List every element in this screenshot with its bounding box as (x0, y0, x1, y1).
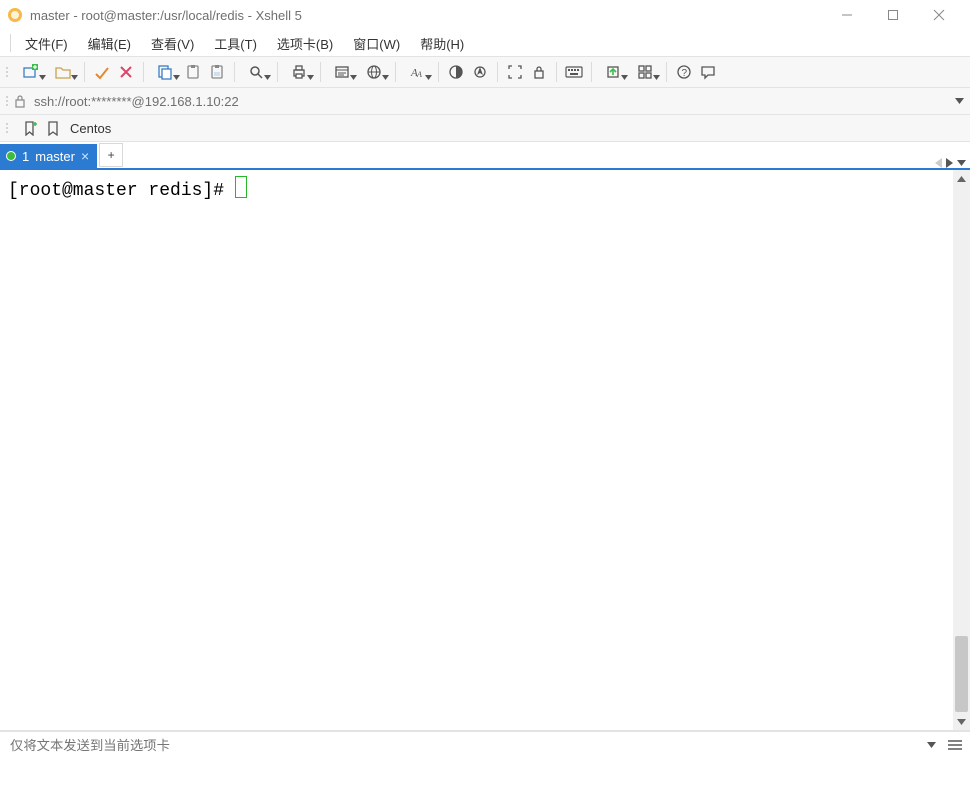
paste-button[interactable] (182, 61, 204, 83)
tab-prev-icon[interactable] (935, 158, 942, 168)
open-session-button[interactable] (48, 61, 78, 83)
disconnect-button[interactable] (115, 61, 137, 83)
paste-selection-button[interactable] (206, 61, 228, 83)
menu-help[interactable]: 帮助(H) (412, 32, 472, 55)
highlight-button[interactable] (469, 61, 491, 83)
reconnect-button[interactable] (91, 61, 113, 83)
maximize-button[interactable] (870, 0, 916, 30)
font-button[interactable]: AA (402, 61, 432, 83)
menu-view[interactable]: 查看(V) (143, 32, 202, 55)
tab-nav (935, 158, 970, 168)
tab-label: master (35, 149, 75, 164)
add-bookmark-icon[interactable] (22, 120, 38, 136)
toolbar-separator (234, 62, 235, 82)
menu-tabs[interactable]: 选项卡(B) (269, 32, 341, 55)
transfer-button[interactable] (598, 61, 628, 83)
svg-text:?: ? (682, 68, 688, 79)
terminal-prompt: [root@master redis]# (8, 181, 235, 201)
terminal-area: [root@master redis]# (0, 170, 970, 731)
favorites-bar: Centos (0, 115, 970, 142)
tab-status-icon (6, 151, 16, 161)
address-bar: ssh://root:********@192.168.1.10:22 (0, 88, 970, 115)
tab-next-icon[interactable] (946, 158, 953, 168)
lock-icon (14, 94, 28, 108)
tab-strip: 1 master × + (0, 142, 970, 170)
menu-edit[interactable]: 编辑(E) (80, 32, 139, 55)
scroll-thumb[interactable] (955, 636, 968, 712)
toolbar-separator (556, 62, 557, 82)
new-session-button[interactable] (16, 61, 46, 83)
menu-tools[interactable]: 工具(T) (206, 32, 265, 55)
tab-list-icon[interactable] (957, 160, 966, 166)
print-button[interactable] (284, 61, 314, 83)
title-bar: master - root@master:/usr/local/redis - … (0, 0, 970, 30)
toolbar-separator (591, 62, 592, 82)
find-button[interactable] (241, 61, 271, 83)
tab-close-icon[interactable]: × (81, 149, 89, 163)
window-title: master - root@master:/usr/local/redis - … (30, 8, 824, 23)
tab-index: 1 (22, 149, 29, 164)
tab-master[interactable]: 1 master × (0, 144, 97, 168)
help-button[interactable]: ? (673, 61, 695, 83)
menu-bar: 文件(F) 编辑(E) 查看(V) 工具(T) 选项卡(B) 窗口(W) 帮助(… (0, 30, 970, 56)
favbar-grip (6, 123, 12, 133)
scroll-up-icon[interactable] (953, 170, 970, 187)
compose-input[interactable] (4, 732, 923, 758)
menu-file[interactable]: 文件(F) (17, 32, 76, 55)
web-button[interactable] (359, 61, 389, 83)
address-dropdown-icon[interactable] (955, 98, 964, 104)
minimize-button[interactable] (824, 0, 870, 30)
menu-separator (10, 34, 11, 52)
new-tab-button[interactable]: + (99, 143, 123, 167)
toolbar-separator (277, 62, 278, 82)
fullscreen-button[interactable] (504, 61, 526, 83)
address-text[interactable]: ssh://root:********@192.168.1.10:22 (34, 94, 955, 109)
toolbar-grip (6, 67, 12, 77)
scroll-down-icon[interactable] (953, 713, 970, 730)
feedback-button[interactable] (697, 61, 719, 83)
terminal-cursor (235, 176, 247, 198)
status-bar (0, 731, 970, 758)
toolbar: AA ? (0, 56, 970, 88)
bookmark-centos[interactable]: Centos (70, 121, 111, 136)
toolbar-separator (666, 62, 667, 82)
svg-text:A: A (416, 70, 422, 79)
vertical-scrollbar[interactable] (953, 170, 970, 730)
toolbar-separator (395, 62, 396, 82)
color-scheme-button[interactable] (445, 61, 467, 83)
compose-menu-icon[interactable] (944, 734, 966, 756)
addressbar-grip (6, 96, 12, 106)
toolbar-separator (143, 62, 144, 82)
bookmark-icon[interactable] (46, 120, 62, 136)
layout-button[interactable] (630, 61, 660, 83)
window-controls (824, 0, 962, 30)
lock-button[interactable] (528, 61, 550, 83)
app-icon (6, 6, 24, 24)
compose-target-dropdown[interactable] (927, 742, 936, 748)
keyboard-button[interactable] (563, 61, 585, 83)
toolbar-separator (438, 62, 439, 82)
copy-button[interactable] (150, 61, 180, 83)
properties-button[interactable] (327, 61, 357, 83)
menu-window[interactable]: 窗口(W) (345, 32, 408, 55)
toolbar-separator (320, 62, 321, 82)
close-button[interactable] (916, 0, 962, 30)
terminal[interactable]: [root@master redis]# (0, 170, 953, 730)
toolbar-separator (497, 62, 498, 82)
toolbar-separator (84, 62, 85, 82)
